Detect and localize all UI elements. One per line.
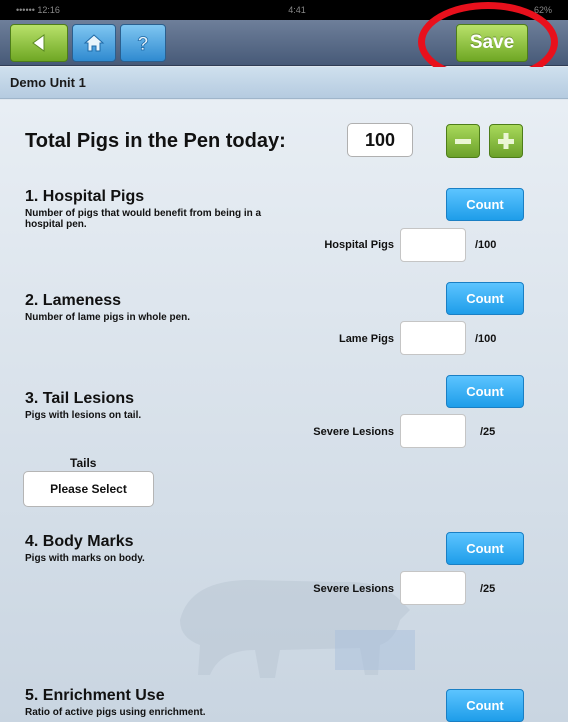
pig-silhouette-icon: [180, 580, 415, 678]
plus-icon: [498, 133, 514, 149]
body-marks-input[interactable]: [400, 571, 466, 605]
tails-select-label: Tails: [70, 456, 97, 470]
lameness-field-label: Lame Pigs: [338, 333, 394, 345]
increment-button[interactable]: [489, 124, 523, 158]
section-enrichment-title: 5. Enrichment Use: [25, 687, 165, 704]
tail-lesions-count-button[interactable]: Count: [446, 375, 524, 408]
back-button[interactable]: [10, 24, 68, 62]
section-tail-lesions-description: Pigs with lesions on tail.: [25, 410, 142, 421]
lameness-count-button[interactable]: Count: [446, 282, 524, 315]
svg-text:?: ?: [137, 34, 149, 54]
hospital-pigs-count-button[interactable]: Count: [446, 188, 524, 221]
hospital-pigs-total: /100: [475, 239, 497, 251]
body-marks-count-button[interactable]: Count: [446, 532, 524, 565]
home-icon: [83, 34, 105, 52]
status-carrier-time: •••••• 12:16: [16, 5, 60, 15]
section-hospital-pigs-description: Number of pigs that would benefit from b…: [25, 208, 262, 230]
home-button[interactable]: [72, 24, 116, 62]
question-mark-icon: ?: [137, 34, 149, 54]
enrichment-count-button[interactable]: Count: [446, 689, 524, 722]
decrement-button[interactable]: [446, 124, 480, 158]
section-lameness-description: Number of lame pigs in whole pen.: [25, 312, 191, 323]
body-marks-field-label: Severe Lesions: [313, 583, 394, 595]
section-body-marks-description: Pigs with marks on body.: [25, 553, 145, 564]
unit-header: Demo Unit 1: [0, 67, 568, 99]
lameness-input[interactable]: [400, 321, 466, 355]
total-pigs-label: Total Pigs in the Pen today:: [25, 130, 286, 152]
section-lameness-title: 2. Lameness: [25, 292, 122, 309]
tails-select-button[interactable]: Please Select: [23, 471, 154, 507]
hospital-pigs-input[interactable]: [400, 228, 466, 262]
tail-lesions-input[interactable]: [400, 414, 466, 448]
section-body-marks-title: 4. Body Marks: [25, 533, 134, 550]
minus-icon: [455, 139, 471, 144]
back-arrow-icon: [32, 34, 45, 52]
lameness-total: /100: [475, 333, 497, 345]
status-clock: 4:41: [288, 5, 306, 15]
section-hospital-pigs-title: 1. Hospital Pigs: [25, 188, 145, 205]
total-pigs-input[interactable]: 100: [347, 123, 413, 157]
tail-lesions-field-label: Severe Lesions: [313, 426, 394, 438]
section-tail-lesions-title: 3. Tail Lesions: [25, 390, 135, 407]
hospital-pigs-field-label: Hospital Pigs: [324, 239, 394, 251]
unit-name: Demo Unit 1: [10, 75, 86, 90]
tail-lesions-total: /25: [480, 426, 496, 438]
body-marks-total: /25: [480, 583, 496, 595]
section-enrichment-description: Ratio of active pigs using enrichment.: [25, 707, 206, 718]
help-button[interactable]: ?: [120, 24, 166, 62]
